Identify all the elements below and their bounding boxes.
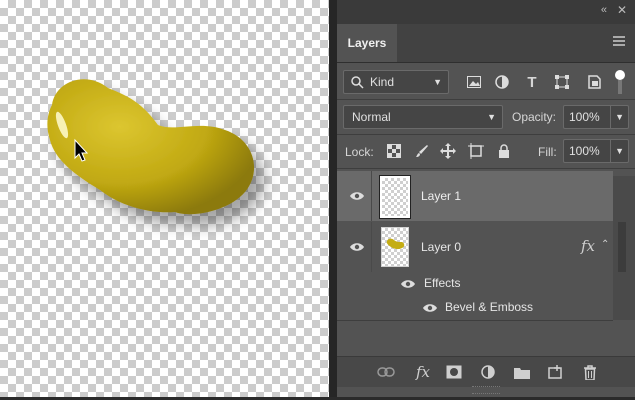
filter-shape-layer-icon[interactable] (553, 73, 571, 91)
lock-all-icon[interactable] (495, 142, 513, 160)
effect-item-bevel-emboss[interactable]: Bevel & Emboss (337, 296, 613, 318)
visibility-eye-icon[interactable] (399, 275, 417, 293)
add-layer-mask-icon[interactable] (444, 363, 464, 381)
add-layer-style-fx-icon[interactable]: fx (413, 363, 433, 381)
blend-row: Normal ▼ Opacity: 100% ▼ (337, 104, 635, 130)
layer-effects-fx-badge[interactable]: fx (581, 237, 595, 255)
lock-transparent-pixels-icon[interactable] (385, 142, 403, 160)
layer-thumbnail[interactable] (381, 227, 409, 267)
create-group-folder-icon[interactable] (512, 363, 532, 381)
blend-mode-select[interactable]: Normal ▼ (343, 105, 503, 129)
layers-panel: « ✕ Layers Kind ▼ T Normal ▼ Opacity: 10… (337, 0, 635, 397)
close-panel-icon[interactable]: ✕ (617, 3, 627, 17)
panel-tab-row: Layers (337, 24, 635, 63)
lock-row: Lock: Fill: 100% ▼ (337, 138, 635, 164)
chevron-down-icon[interactable]: ▼ (610, 140, 624, 162)
create-adjustment-layer-icon[interactable] (478, 363, 498, 381)
layer-name[interactable]: Layer 0 (421, 240, 461, 254)
opacity-value: 100% (569, 110, 600, 124)
blend-mode-value: Normal (352, 110, 391, 124)
document-canvas[interactable] (0, 0, 329, 397)
panel-menu-icon[interactable] (613, 36, 625, 46)
collapse-panels-icon[interactable]: « (601, 4, 607, 16)
tab-layers[interactable]: Layers (337, 24, 397, 62)
layers-scrollbar[interactable] (613, 176, 635, 320)
opacity-field[interactable]: 100% ▼ (563, 105, 629, 129)
delete-layer-trash-icon[interactable] (580, 363, 600, 381)
panel-divider[interactable] (329, 0, 337, 397)
filter-row: Kind ▼ T (337, 68, 635, 96)
link-layers-icon[interactable] (376, 363, 396, 381)
fill-value: 100% (569, 144, 600, 158)
lock-label: Lock: (345, 145, 374, 159)
filter-kind-select[interactable]: Kind ▼ (343, 70, 449, 94)
layer-row-layer-1[interactable]: Layer 1 (337, 171, 613, 221)
filter-type-layer-icon[interactable]: T (523, 73, 541, 91)
filter-smart-object-icon[interactable] (585, 73, 603, 91)
fill-label: Fill: (538, 145, 557, 159)
search-icon (351, 76, 364, 89)
opacity-label: Opacity: (512, 110, 557, 124)
filter-pixel-layer-icon[interactable] (465, 73, 483, 91)
panel-header-strip: « ✕ (337, 0, 635, 24)
fill-field[interactable]: 100% ▼ (563, 139, 629, 163)
chevron-down-icon: ▼ (433, 77, 442, 87)
lock-image-pixels-brush-icon[interactable] (413, 142, 431, 160)
tab-layers-label: Layers (347, 36, 387, 50)
chevron-up-icon[interactable]: ⌃ (601, 239, 609, 250)
panel-resize-grip[interactable] (472, 386, 500, 394)
chevron-down-icon[interactable]: ▼ (610, 106, 624, 128)
filter-toggle-switch[interactable] (615, 70, 625, 94)
lock-position-move-icon[interactable] (439, 142, 457, 160)
create-new-layer-icon[interactable] (545, 363, 565, 381)
layer-row-layer-0[interactable]: Layer 0 fx ⌃ (337, 222, 613, 272)
chevron-down-icon: ▼ (487, 112, 496, 122)
effects-row[interactable]: Effects (337, 272, 613, 294)
visibility-eye-icon[interactable] (348, 187, 366, 205)
filter-kind-label: Kind (370, 75, 395, 89)
layer-name[interactable]: Layer 1 (421, 189, 461, 203)
scrollbar-thumb[interactable] (618, 222, 626, 272)
layers-bottom-toolbar: fx (337, 356, 635, 387)
effect-item-label: Bevel & Emboss (445, 300, 534, 314)
visibility-eye-icon[interactable] (421, 299, 439, 317)
blob-thumbnail-icon (386, 238, 405, 250)
filter-adjustment-layer-icon[interactable] (493, 73, 511, 91)
canvas-artwork (47, 79, 255, 215)
lock-artboard-icon[interactable] (467, 142, 485, 160)
layer-thumbnail[interactable] (379, 175, 411, 219)
visibility-eye-icon[interactable] (348, 238, 366, 256)
effects-label: Effects (424, 276, 461, 290)
